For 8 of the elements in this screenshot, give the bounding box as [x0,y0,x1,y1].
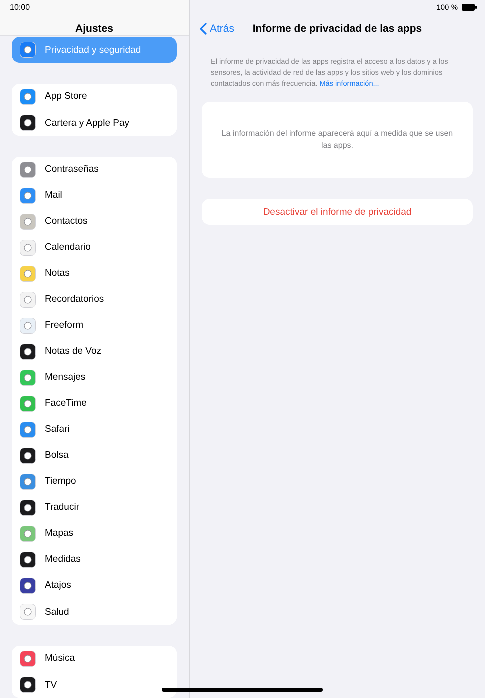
back-button[interactable]: Atrás [200,22,235,34]
sidebar-title: Ajustes [74,23,114,35]
empty-message: La información del informe aparecerá aquí a medida que se usen las apps. [220,128,454,152]
disable-report-button[interactable]: Desactivar el informe de privacidad [202,199,473,225]
page-title: Informe de privacidad de las apps [252,22,422,34]
status-time: 10:00 [9,2,32,14]
chevron-left-icon [200,22,207,34]
battery-icon [462,4,477,10]
